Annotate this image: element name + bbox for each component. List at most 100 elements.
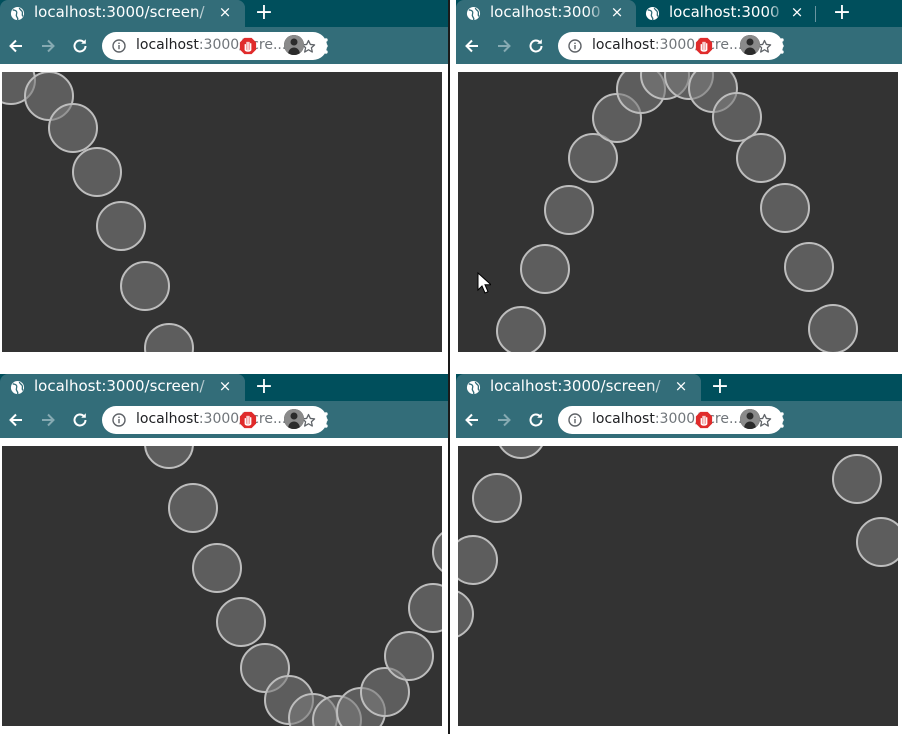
kebab-menu-icon[interactable] xyxy=(320,410,332,430)
arrow-right-icon[interactable] xyxy=(38,36,58,56)
tab-title: localhost:3000 xyxy=(490,3,601,21)
new-tab-button[interactable]: + xyxy=(250,374,278,401)
reload-icon[interactable] xyxy=(526,410,546,430)
info-icon[interactable] xyxy=(568,39,582,53)
new-tab-button[interactable]: + xyxy=(828,0,856,27)
circle-trail-canvas xyxy=(2,72,194,352)
avatar[interactable] xyxy=(284,35,304,55)
page-canvas[interactable] xyxy=(458,72,898,352)
info-icon[interactable] xyxy=(568,413,582,427)
globe-icon xyxy=(10,380,25,395)
globe-icon xyxy=(466,380,481,395)
tab-title: localhost:3000 xyxy=(669,3,780,21)
ball-circle xyxy=(216,597,266,647)
url-host: localhost xyxy=(136,37,199,53)
arrow-right-icon[interactable] xyxy=(38,410,58,430)
globe-icon xyxy=(10,6,25,21)
close-tab-icon[interactable]: × xyxy=(789,3,805,21)
new-tab-button[interactable]: + xyxy=(706,374,734,401)
ball-circle xyxy=(458,535,498,585)
ball-circle xyxy=(120,261,170,311)
url-text: localhost:3000/scre... xyxy=(136,37,286,53)
kebab-menu-icon[interactable] xyxy=(776,36,788,56)
stop-hand-icon[interactable] xyxy=(695,37,713,55)
info-icon[interactable] xyxy=(112,413,126,427)
kebab-menu-icon[interactable] xyxy=(320,36,332,56)
browser-tab[interactable]: localhost:3000/screen/ × xyxy=(0,374,245,401)
tab-title-fade xyxy=(195,0,215,27)
tab-strip: localhost:3000 × localhost:3000 × + xyxy=(456,0,902,27)
info-icon[interactable] xyxy=(112,39,126,53)
circle-trail-canvas xyxy=(496,72,858,352)
ball-circle xyxy=(784,242,834,292)
tab-title-fade xyxy=(651,374,671,401)
ball-circle xyxy=(760,183,810,233)
url-host: localhost xyxy=(592,37,655,53)
browser-toolbar: localhost:3000/scre... xyxy=(456,27,902,64)
close-tab-icon[interactable]: × xyxy=(609,3,625,21)
mouse-pointer-icon xyxy=(477,272,491,294)
page-canvas[interactable] xyxy=(458,446,898,726)
profile-silhouette-icon xyxy=(740,35,760,55)
ball-circle xyxy=(472,473,522,523)
stop-hand-icon[interactable] xyxy=(239,37,257,55)
ball-circle xyxy=(544,185,594,235)
close-tab-icon[interactable]: × xyxy=(673,377,689,395)
stop-hand-icon[interactable] xyxy=(239,411,257,429)
arrow-left-icon[interactable] xyxy=(6,36,26,56)
page-canvas[interactable] xyxy=(2,446,442,726)
reload-icon[interactable] xyxy=(526,36,546,56)
tab-strip: localhost:3000/screen/ × + xyxy=(456,374,902,401)
ball-circle xyxy=(856,517,898,567)
arrow-right-icon[interactable] xyxy=(494,410,514,430)
ball-circle xyxy=(384,631,434,681)
ball-circle xyxy=(48,103,98,153)
browser-window-bottom-right: localhost:3000/screen/ × + localhost:3000/… xyxy=(456,374,902,741)
reload-icon[interactable] xyxy=(70,410,90,430)
ball-circle xyxy=(736,133,786,183)
close-tab-icon[interactable]: × xyxy=(217,3,233,21)
kebab-menu-icon[interactable] xyxy=(776,410,788,430)
circle-trail-canvas xyxy=(144,446,442,726)
avatar[interactable] xyxy=(284,409,304,429)
browser-tab[interactable]: localhost:3000/screen/ × xyxy=(0,0,245,27)
tab-title-fade xyxy=(587,0,607,27)
ball-circle xyxy=(499,446,543,459)
ball-circle xyxy=(144,446,194,469)
ball-circle xyxy=(168,483,218,533)
reload-icon[interactable] xyxy=(70,36,90,56)
browser-tab[interactable]: localhost:3000 × xyxy=(456,0,636,27)
tab-strip: localhost:3000/screen/ × + xyxy=(0,0,450,27)
tab-title: localhost:3000/screen/ xyxy=(490,377,661,395)
profile-silhouette-icon xyxy=(284,35,304,55)
ball-circle xyxy=(458,590,474,638)
arrow-left-icon[interactable] xyxy=(462,410,482,430)
ball-circle xyxy=(496,306,546,352)
tab-title-fade xyxy=(195,374,215,401)
arrow-right-icon[interactable] xyxy=(494,36,514,56)
browser-tab[interactable]: localhost:3000/screen/ × xyxy=(456,374,701,401)
avatar[interactable] xyxy=(740,409,760,429)
close-tab-icon[interactable]: × xyxy=(217,377,233,395)
arrow-left-icon[interactable] xyxy=(6,410,26,430)
ball-circle xyxy=(408,583,442,633)
page-canvas[interactable] xyxy=(2,72,442,352)
avatar[interactable] xyxy=(740,35,760,55)
browser-window-bottom-left: localhost:3000/screen/ × + localhost:3000/… xyxy=(0,374,450,741)
ball-circle xyxy=(144,323,194,352)
new-tab-button[interactable]: + xyxy=(250,0,278,27)
globe-icon xyxy=(466,6,481,21)
browser-tab[interactable]: localhost:3000 × xyxy=(635,0,813,27)
browser-window-top-right: localhost:3000 × localhost:3000 × + localhos… xyxy=(456,0,902,367)
url-host: localhost xyxy=(592,411,655,427)
url-host: localhost xyxy=(136,411,199,427)
arrow-left-icon[interactable] xyxy=(462,36,482,56)
tab-separator xyxy=(815,6,816,22)
profile-silhouette-icon xyxy=(740,409,760,429)
profile-silhouette-icon xyxy=(284,409,304,429)
stop-hand-icon[interactable] xyxy=(695,411,713,429)
tab-title: localhost:3000/screen/ xyxy=(34,3,205,21)
ball-circle xyxy=(96,201,146,251)
browser-window-top-left: localhost:3000/screen/ × + localhost:3000/… xyxy=(0,0,450,367)
url-text: localhost:3000/scre... xyxy=(592,411,742,427)
